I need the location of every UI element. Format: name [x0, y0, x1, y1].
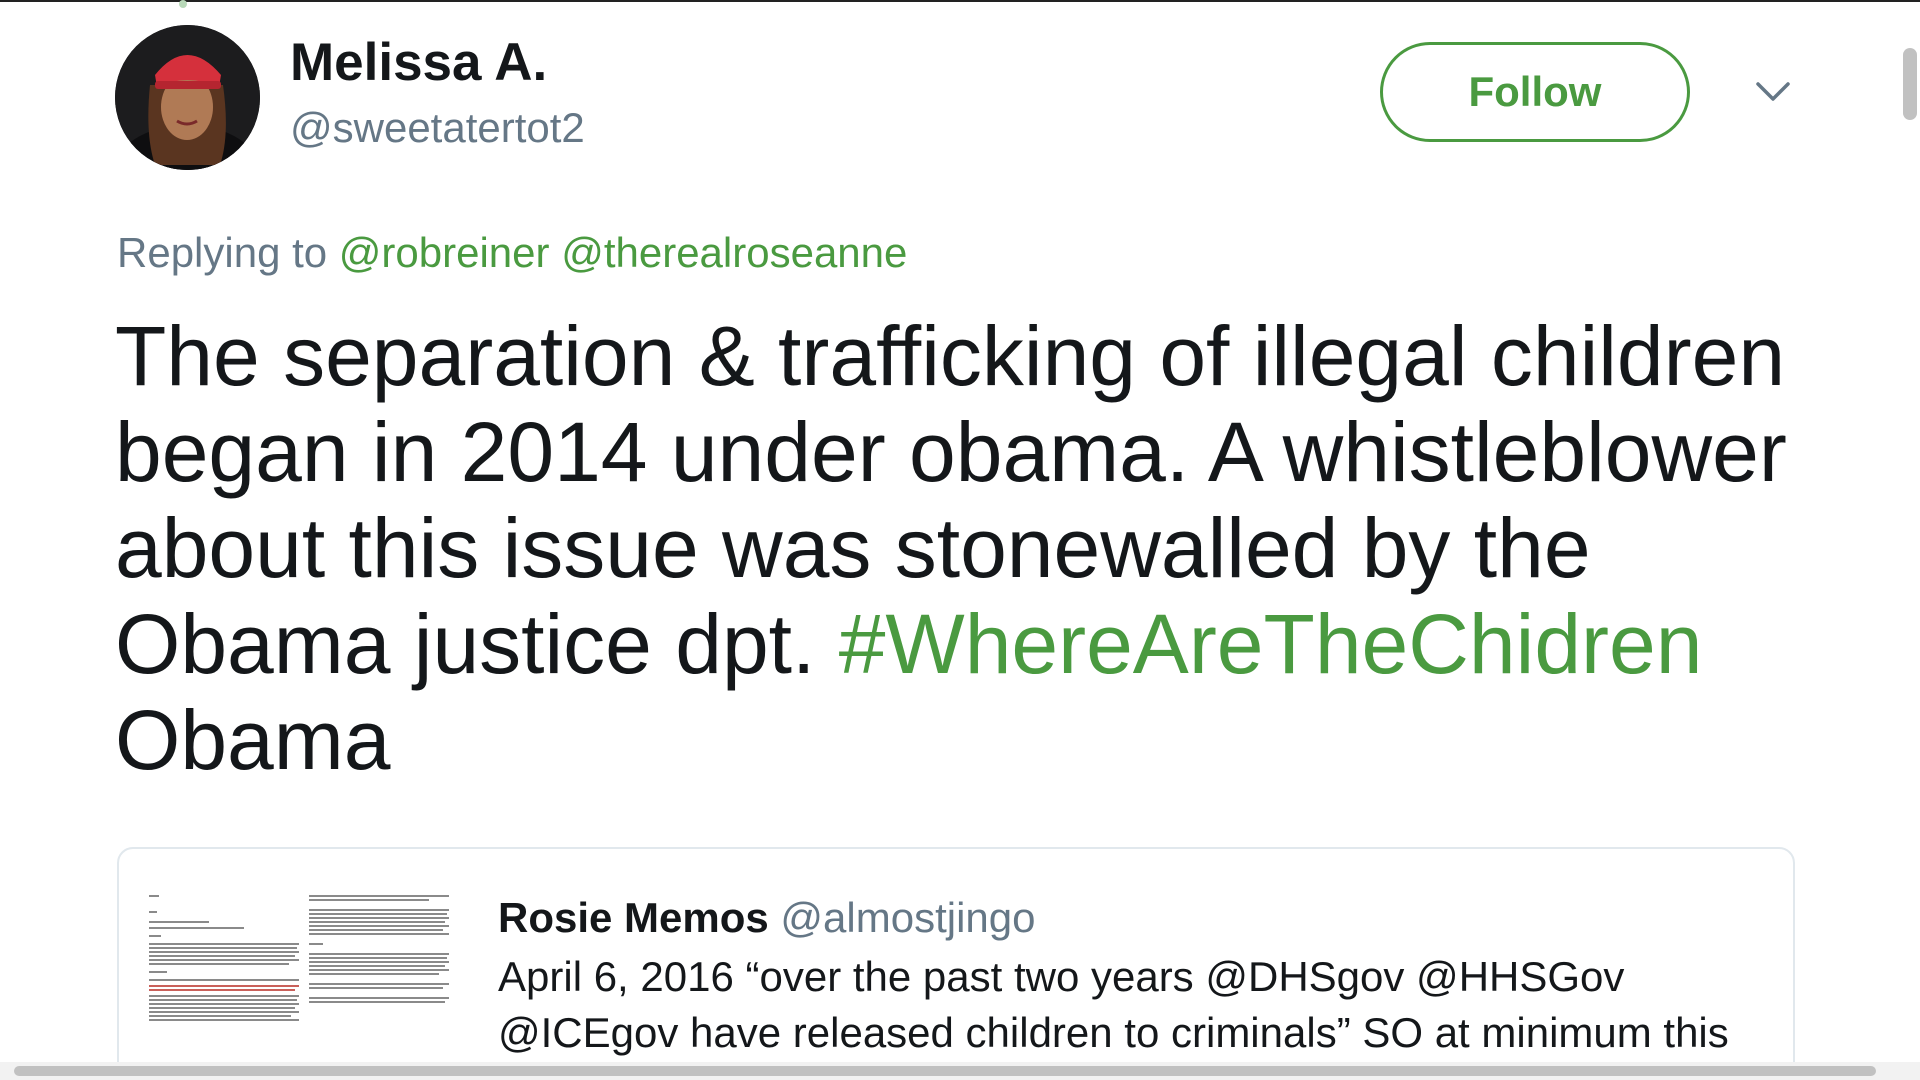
- top-indicator-dot: [179, 0, 187, 8]
- author-display-name[interactable]: Melissa A.: [290, 32, 547, 93]
- tweet-tail: Obama: [115, 693, 391, 787]
- tweet-hashtag[interactable]: #WhereAreTheChidren: [839, 597, 1703, 691]
- horizontal-scrollbar-thumb[interactable]: [14, 1066, 1876, 1076]
- quoted-tweet-card[interactable]: Rosie Memos @almostjingo April 6, 2016 “…: [117, 847, 1795, 1080]
- follow-button[interactable]: Follow: [1380, 42, 1690, 142]
- quoted-author-name[interactable]: Rosie Memos: [498, 894, 769, 941]
- reply-context: Replying to @robreiner @therealroseanne: [117, 229, 907, 277]
- quoted-author-handle[interactable]: @almostjingo: [780, 894, 1035, 941]
- author-avatar[interactable]: [115, 25, 260, 170]
- author-handle[interactable]: @sweetatertot2: [290, 104, 585, 152]
- reply-mention-therealroseanne[interactable]: @therealroseanne: [561, 229, 907, 276]
- tweet-page: Melissa A. @sweetatertot2 Follow Replyin…: [0, 0, 1920, 1080]
- vertical-scrollbar-thumb[interactable]: [1903, 48, 1917, 120]
- chevron-down-icon[interactable]: [1755, 80, 1791, 104]
- quoted-author: Rosie Memos @almostjingo: [498, 894, 1036, 942]
- reply-mention-robreiner[interactable]: @robreiner: [339, 229, 550, 276]
- tweet-text: The separation & trafficking of illegal …: [115, 308, 1835, 788]
- top-divider: [0, 0, 1920, 2]
- quoted-tweet-text: April 6, 2016 “over the past two years @…: [498, 953, 1729, 1056]
- avatar-image: [115, 25, 260, 170]
- horizontal-scrollbar[interactable]: [0, 1062, 1920, 1080]
- reply-prefix: Replying to: [117, 229, 328, 276]
